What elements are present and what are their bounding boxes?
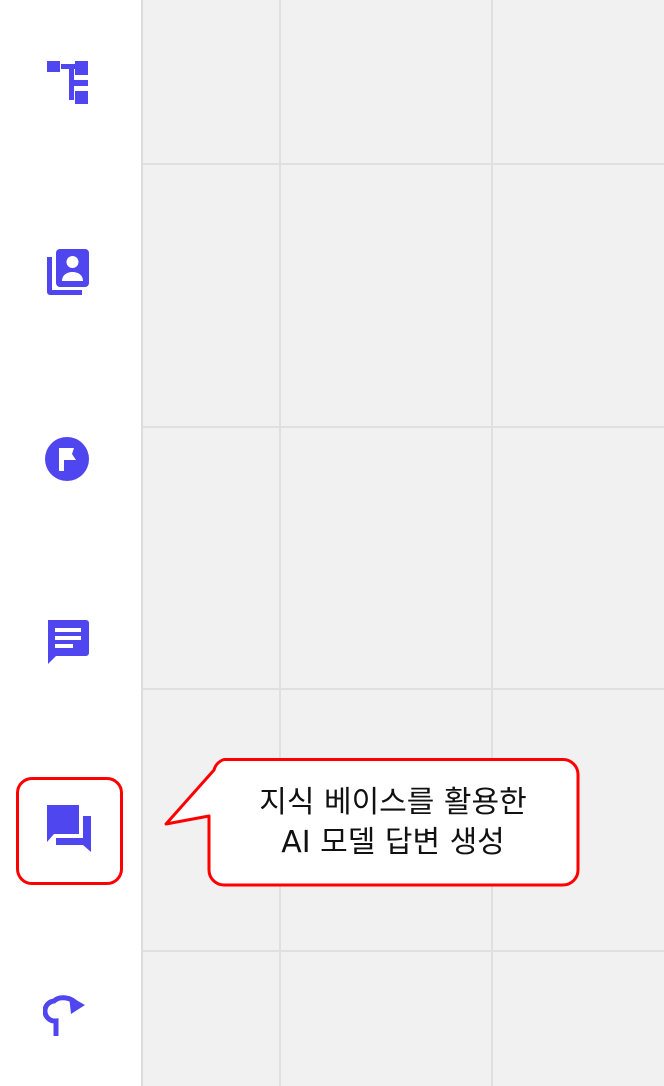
grid-line (143, 163, 664, 165)
redirect-node-button[interactable] (43, 988, 91, 1036)
callout-line-2: AI 모델 답변 생성 (281, 825, 505, 860)
message-icon (48, 620, 89, 664)
contact-book-icon (47, 249, 89, 295)
message-node-button[interactable] (44, 617, 92, 665)
callout-line-1: 지식 베이스를 활용한 (259, 785, 527, 820)
callout-text: 지식 베이스를 활용한 AI 모델 답변 생성 (208, 758, 578, 888)
grid-line (143, 688, 664, 690)
grid-line (143, 950, 664, 952)
ai-answer-node-button[interactable] (45, 804, 93, 852)
persona-node-button[interactable] (44, 248, 92, 296)
start-node-button[interactable] (43, 435, 91, 483)
hierarchy-icon (47, 61, 88, 104)
tooltip-callout: 지식 베이스를 활용한 AI 모델 답변 생성 (162, 758, 580, 888)
flow-canvas[interactable] (141, 0, 664, 1086)
flag-circle-icon (45, 437, 89, 481)
hierarchy-node-button[interactable] (45, 58, 93, 106)
grid-line (143, 426, 664, 428)
redirect-arrow-icon (43, 995, 85, 1036)
chat-bubbles-icon (47, 805, 91, 852)
node-palette-sidebar (0, 0, 141, 1086)
